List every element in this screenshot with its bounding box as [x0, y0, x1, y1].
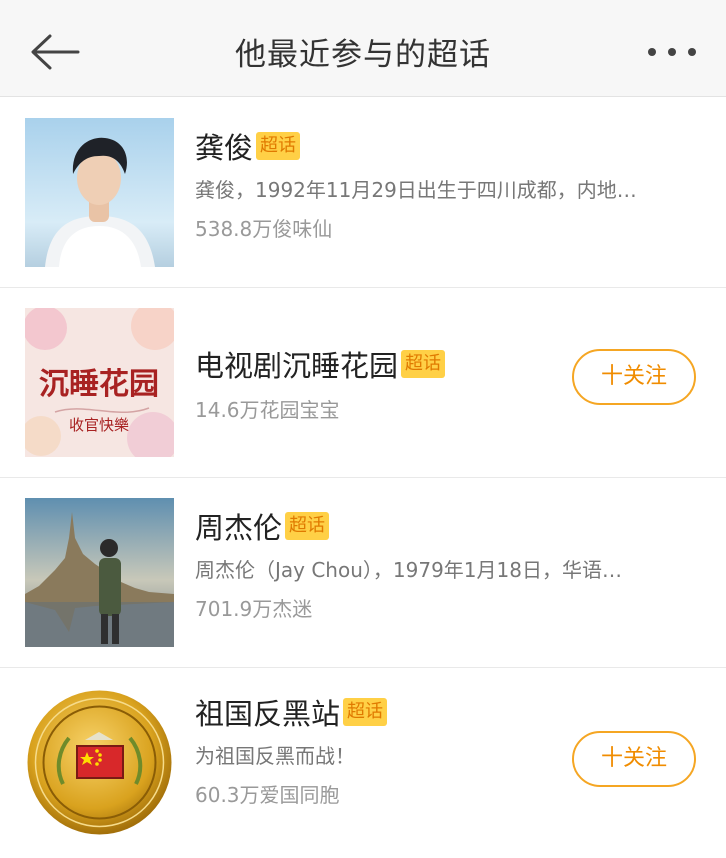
super-topic-list: 龚俊 超话 龚俊，1992年11月29日出生于四川成都，内地… 538.8万俊味…	[0, 98, 726, 858]
list-item[interactable]: 沉睡花园 收官快樂 电视剧沉睡花园 超话 14.6万花园宝宝 十关注	[0, 288, 726, 478]
topic-avatar[interactable]	[25, 118, 174, 267]
topic-avatar[interactable]: 沉睡花园 收官快樂	[25, 308, 174, 457]
poster-title: 沉睡花园	[39, 367, 159, 402]
list-item[interactable]: 周杰伦 超话 周杰伦（Jay Chou），1979年1月18日，华语… 701.…	[0, 478, 726, 668]
landscape-portrait-image	[25, 498, 174, 647]
topic-name[interactable]: 龚俊	[195, 125, 253, 167]
topic-description: 周杰伦（Jay Chou），1979年1月18日，华语…	[195, 558, 622, 582]
list-item[interactable]: 祖国反黑站 超话 为祖国反黑而战！ 60.3万爱国同胞 十关注	[0, 668, 726, 858]
topic-info: 龚俊 超话 龚俊，1992年11月29日出生于四川成都，内地… 538.8万俊味…	[195, 126, 706, 242]
follow-button[interactable]: 十关注	[572, 349, 696, 405]
golden-emblem-image	[25, 688, 174, 837]
topic-avatar[interactable]	[25, 688, 174, 837]
list-item[interactable]: 龚俊 超话 龚俊，1992年11月29日出生于四川成都，内地… 538.8万俊味…	[0, 98, 726, 288]
more-button[interactable]	[646, 44, 698, 60]
topic-name[interactable]: 祖国反黑站	[195, 691, 340, 733]
super-topic-badge: 超话	[285, 512, 330, 540]
topic-name[interactable]: 电视剧沉睡花园	[195, 343, 398, 385]
super-topic-badge: 超话	[343, 698, 388, 726]
more-dots-icon	[648, 48, 696, 56]
fan-count: 701.9万杰迷	[195, 597, 313, 621]
super-topic-badge: 超话	[256, 132, 301, 160]
topic-info: 周杰伦 超话 周杰伦（Jay Chou），1979年1月18日，华语… 701.…	[195, 506, 706, 622]
topic-avatar[interactable]	[25, 498, 174, 647]
topic-description: 龚俊，1992年11月29日出生于四川成都，内地…	[195, 178, 637, 202]
drama-poster-image: 沉睡花园 收官快樂	[25, 308, 174, 457]
super-topic-badge: 超话	[401, 350, 446, 378]
top-nav-bar: 他最近参与的超话	[0, 0, 726, 97]
topic-name[interactable]: 周杰伦	[195, 505, 282, 547]
portrait-image	[25, 118, 174, 267]
poster-subtitle: 收官快樂	[69, 416, 129, 434]
page-title: 他最近参与的超话	[235, 37, 491, 73]
follow-button[interactable]: 十关注	[572, 731, 696, 787]
fan-count: 538.8万俊味仙	[195, 217, 333, 241]
